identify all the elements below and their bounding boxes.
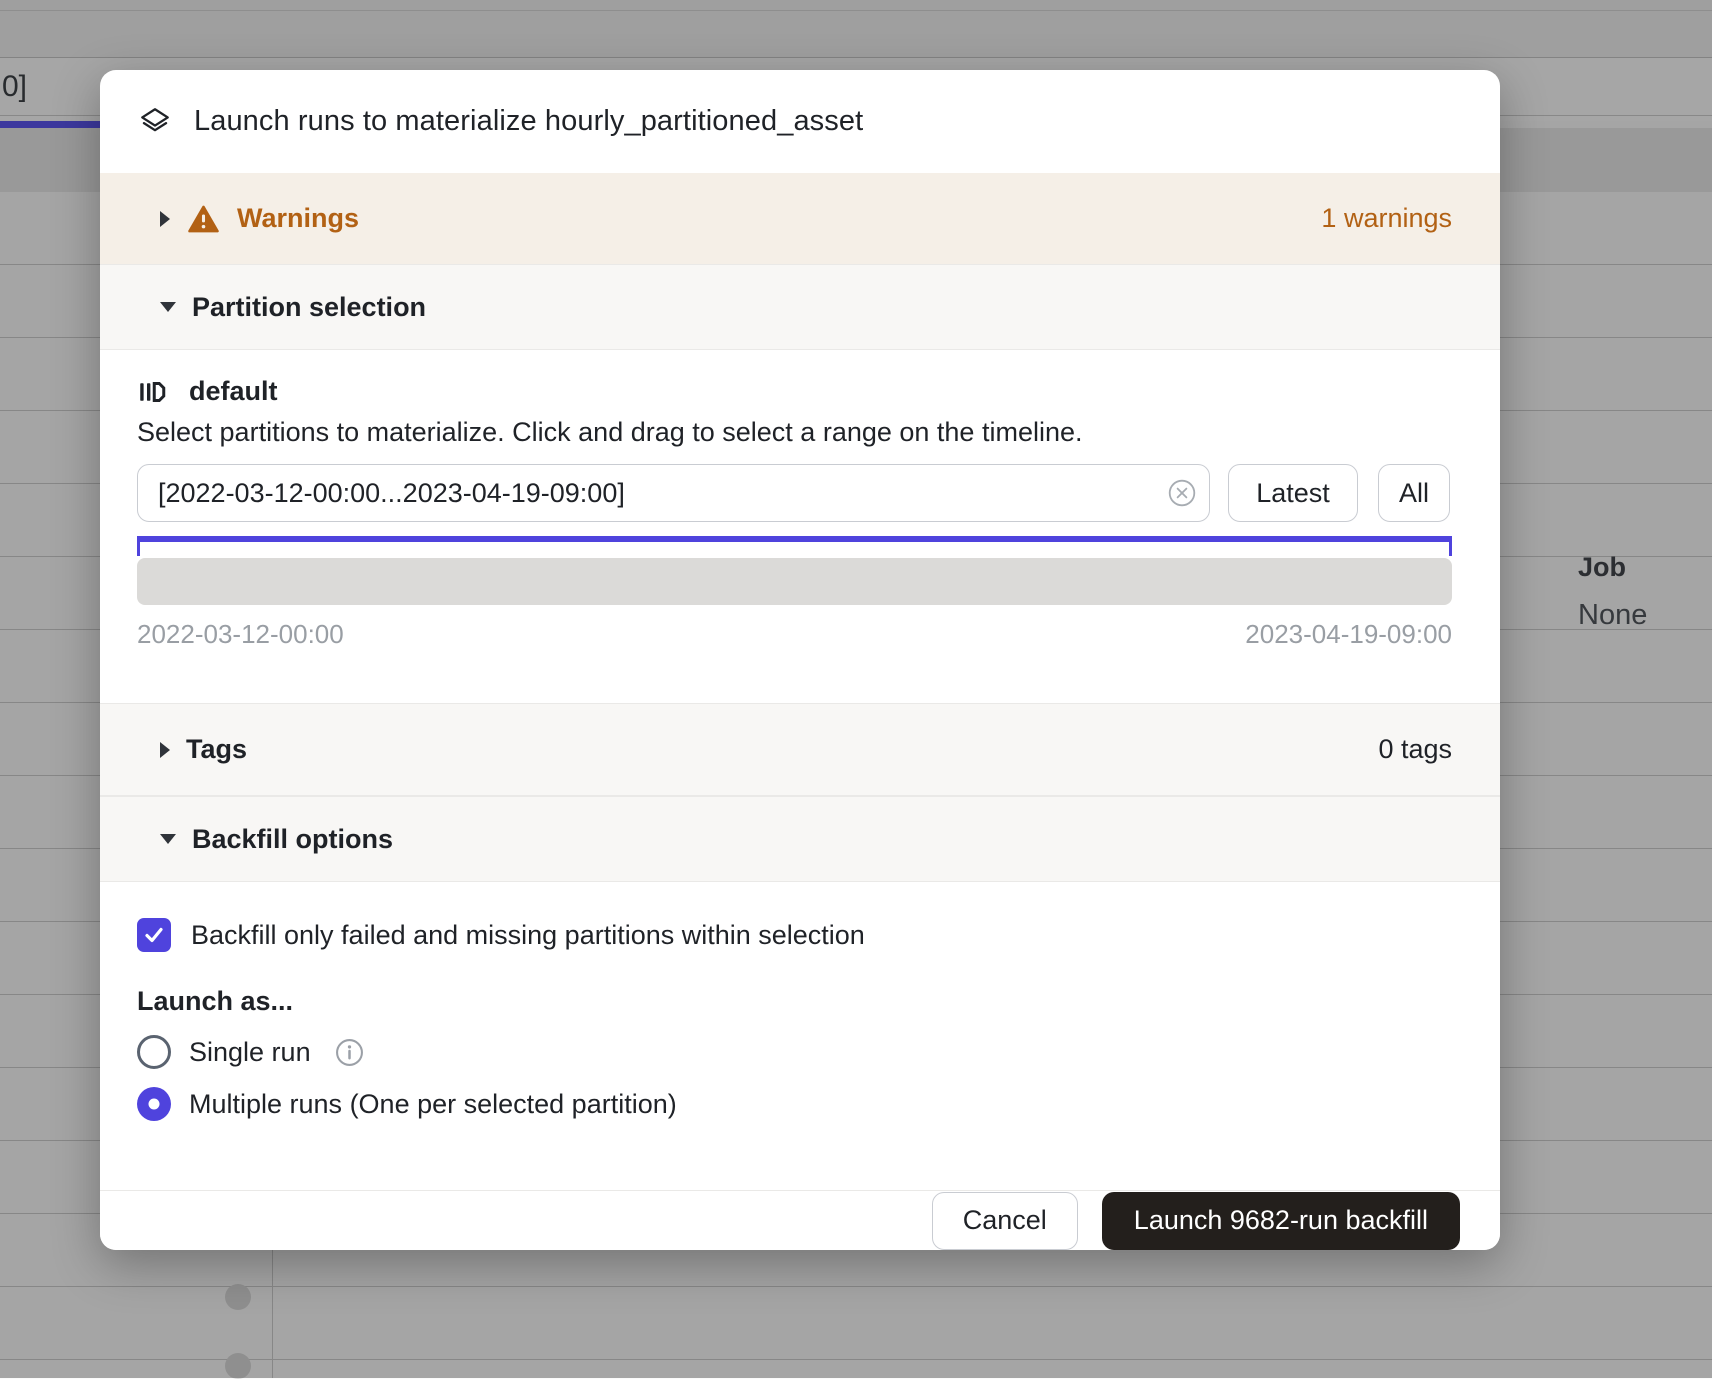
partition-selection-body: default Select partitions to materialize… (100, 350, 1500, 703)
range-start-tick (137, 536, 140, 556)
warnings-label: Warnings (237, 203, 359, 234)
tags-header: Tags (186, 734, 247, 765)
check-icon (142, 923, 166, 947)
launch-as-label: Launch as... (137, 986, 1452, 1017)
dialog-title: Launch runs to materialize hourly_partit… (194, 105, 863, 138)
partition-instructions: Select partitions to materialize. Click … (137, 417, 1452, 448)
tags-section-toggle[interactable]: Tags 0 tags (100, 703, 1500, 796)
info-icon[interactable] (335, 1038, 364, 1067)
partition-selection-toggle[interactable]: Partition selection (100, 264, 1500, 350)
warnings-section-toggle[interactable]: Warnings 1 warnings (100, 173, 1500, 264)
timeline-date-row: 2022-03-12-00:00 2023-04-19-09:00 (137, 619, 1452, 650)
clear-selection-button[interactable] (1168, 479, 1196, 507)
partition-timeline[interactable] (137, 558, 1452, 605)
single-run-label: Single run (189, 1037, 311, 1068)
all-button[interactable]: All (1378, 464, 1450, 522)
multiple-runs-radio[interactable] (137, 1087, 171, 1121)
warnings-count: 1 warnings (1321, 203, 1452, 234)
partition-set-icon (137, 377, 167, 407)
backfill-options-toggle[interactable]: Backfill options (100, 796, 1500, 882)
launch-backfill-dialog: Launch runs to materialize hourly_partit… (100, 70, 1500, 1250)
range-end-tick (1449, 536, 1452, 556)
failed-missing-checkbox-label: Backfill only failed and missing partiti… (191, 920, 865, 951)
timeline-start-label: 2022-03-12-00:00 (137, 619, 344, 650)
backfill-options-header: Backfill options (192, 824, 393, 855)
multiple-runs-label: Multiple runs (One per selected partitio… (189, 1089, 677, 1120)
backfill-options-body: Backfill only failed and missing partiti… (100, 882, 1500, 1190)
circle-x-icon (1168, 479, 1196, 507)
timeline-end-label: 2023-04-19-09:00 (1245, 619, 1452, 650)
chevron-right-icon (160, 211, 170, 227)
partition-selection-header: Partition selection (192, 292, 426, 323)
partition-range-input[interactable] (137, 464, 1210, 522)
latest-button[interactable]: Latest (1228, 464, 1358, 522)
dialog-footer: Cancel Launch 9682-run backfill (100, 1190, 1500, 1250)
dimension-row: default (137, 376, 1452, 407)
dimension-name: default (189, 376, 278, 407)
chevron-down-icon (160, 834, 176, 844)
partition-range-wrap (137, 464, 1210, 522)
failed-missing-checkbox-row: Backfill only failed and missing partiti… (137, 918, 1452, 952)
single-run-option: Single run (137, 1035, 1452, 1069)
warning-triangle-icon (188, 205, 219, 233)
selected-range-bar (137, 536, 1452, 542)
partition-input-row: Latest All (137, 464, 1452, 522)
selected-range-indicator (137, 536, 1452, 556)
tags-count: 0 tags (1378, 734, 1452, 765)
multiple-runs-option: Multiple runs (One per selected partitio… (137, 1087, 1452, 1121)
launch-backfill-button[interactable]: Launch 9682-run backfill (1102, 1192, 1460, 1250)
materialize-icon (138, 105, 172, 139)
chevron-right-icon (160, 742, 170, 758)
dialog-header: Launch runs to materialize hourly_partit… (100, 70, 1500, 173)
single-run-radio[interactable] (137, 1035, 171, 1069)
cancel-button[interactable]: Cancel (932, 1192, 1078, 1250)
failed-missing-checkbox[interactable] (137, 918, 171, 952)
chevron-down-icon (160, 302, 176, 312)
